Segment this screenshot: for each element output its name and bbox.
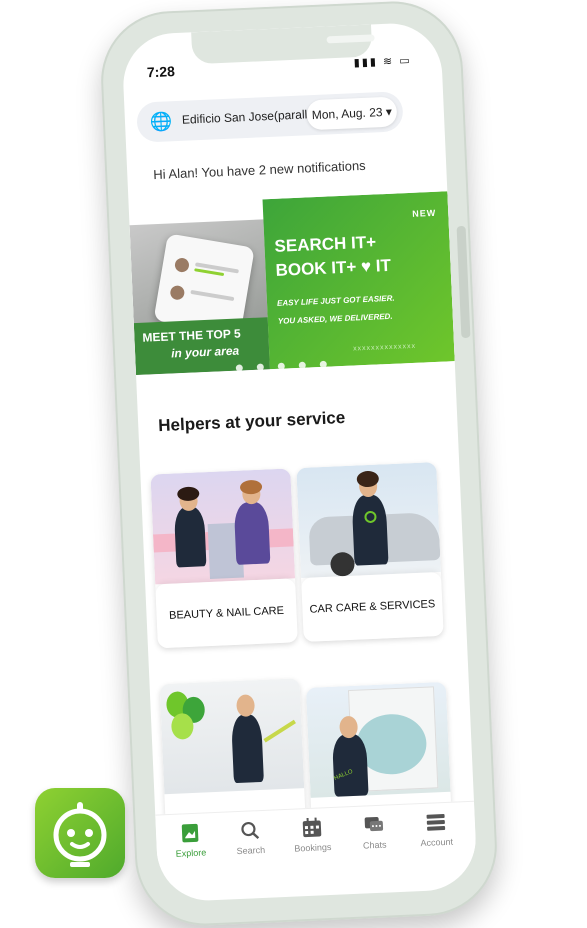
category-card-events[interactable] (159, 678, 306, 825)
banner-photo: MEET THE TOP 5 in your area (129, 219, 270, 376)
location-bar[interactable]: 🌐 Edificio San Jose(paralle Mon, Aug. 23… (136, 91, 404, 143)
new-badge: NEW (412, 207, 437, 219)
account-icon (426, 814, 446, 831)
category-card-beauty[interactable]: BEAUTY & NAIL CARE (150, 468, 298, 649)
decorator-figure (230, 713, 264, 784)
tab-bookings[interactable]: Bookings (282, 816, 344, 855)
category-label: BEAUTY & NAIL CARE (155, 578, 298, 649)
painting-illustration: HALLO (305, 681, 451, 798)
banner-promo-panel: NEW SEARCH IT+ BOOK IT+ ♥ IT EASY LIFE J… (262, 191, 455, 370)
car-illustration (296, 462, 441, 579)
banner-pattern: xxxxxxxxxxxxxx (352, 342, 417, 353)
banner-subline-2: YOU ASKED, WE DELIVERED. (277, 311, 393, 326)
tab-label: Account (420, 836, 454, 849)
carousel-dot[interactable] (277, 362, 285, 370)
date-picker[interactable]: Mon, Aug. 23 ▾ (306, 96, 398, 131)
section-title: Helpers at your service (157, 407, 346, 436)
client-figure (173, 506, 207, 568)
beauty-illustration (150, 468, 296, 585)
notch (191, 24, 375, 65)
carousel-dot[interactable] (319, 360, 327, 369)
tab-label: Search (236, 844, 266, 857)
tab-label: Chats (362, 839, 387, 851)
category-card-car[interactable]: CAR CARE & SERVICES (296, 462, 444, 642)
tab-explore[interactable]: Explore (160, 821, 222, 860)
globe-pin-icon: 🌐 (149, 111, 173, 133)
promo-carousel[interactable]: MEET THE TOP 5 in your area NEW SEARCH I… (129, 191, 455, 376)
tab-search[interactable]: Search (220, 818, 282, 857)
speaker (326, 34, 375, 44)
car-helper-figure (351, 494, 389, 566)
notification-greeting[interactable]: Hi Alan! You have 2 new notifications (153, 158, 366, 182)
status-icons: ▮▮▮ ≋ ▭ (353, 54, 412, 70)
category-label: CAR CARE & SERVICES (301, 571, 444, 642)
search-icon (241, 821, 260, 840)
bottom-tab-bar: Explore Search Bookings Chats Account (155, 800, 478, 886)
tab-label: Explore (175, 847, 207, 859)
meet-line2: in your area (170, 343, 240, 361)
meet-line1: MEET THE TOP 5 (142, 326, 241, 345)
app-logo-icon (35, 788, 125, 878)
banner-headline-2: BOOK IT+ ♥ IT (275, 255, 392, 280)
party-illustration (159, 678, 305, 795)
manicurist-figure (233, 501, 271, 565)
robot-face-icon (53, 802, 107, 867)
category-card-home[interactable]: HALLO (305, 681, 452, 818)
avatar (173, 257, 191, 274)
tab-label: Bookings (294, 841, 332, 854)
calendar-icon (302, 817, 322, 838)
carousel-dot[interactable] (256, 363, 264, 371)
carousel-dot[interactable] (298, 361, 306, 369)
decorator-head (236, 694, 256, 717)
tab-chats[interactable]: Chats (343, 813, 405, 852)
status-time: 7:28 (146, 63, 176, 81)
painter-figure (331, 733, 369, 797)
location-name: Edificio San Jose(paralle (181, 107, 311, 127)
app-screen: 7:28 ▮▮▮ ≋ ▭ 🌐 Edificio San Jose(paralle… (121, 21, 478, 903)
explore-icon (181, 823, 199, 843)
banner-subline-1: EASY LIFE JUST GOT EASIER. (276, 293, 395, 308)
carousel-dot[interactable] (235, 364, 243, 372)
banner-headline-1: SEARCH IT+ (274, 232, 377, 256)
tab-account[interactable]: Account (405, 810, 467, 849)
avatar (169, 284, 186, 301)
chat-icon (364, 816, 384, 832)
